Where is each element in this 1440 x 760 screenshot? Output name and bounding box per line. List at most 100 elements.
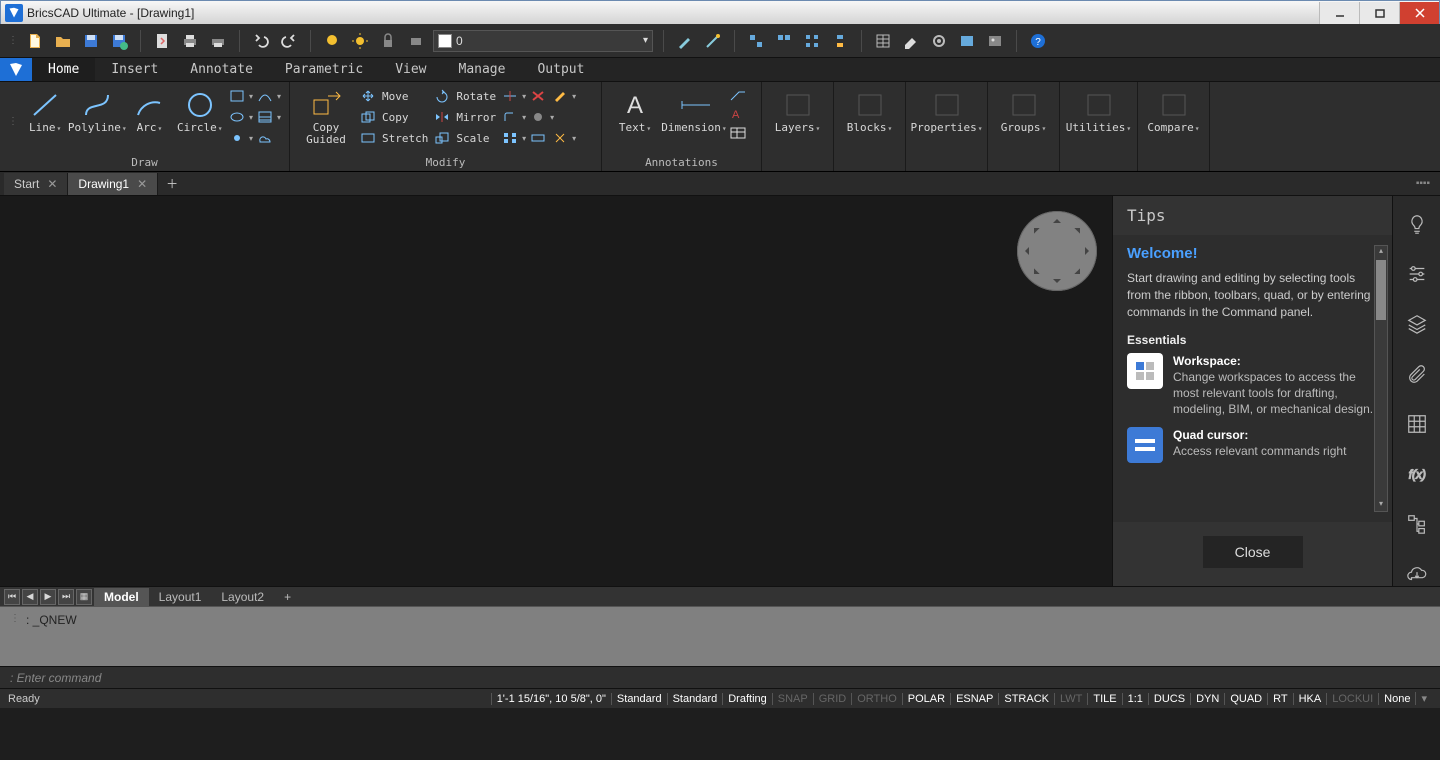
toggle-1:1[interactable]: 1:1	[1122, 693, 1148, 705]
toggle-dyn[interactable]: DYN	[1190, 693, 1224, 705]
prev-layout[interactable]: ◀	[22, 589, 38, 605]
tab-layout2[interactable]: Layout2	[211, 588, 274, 606]
toggle-lockui[interactable]: LOCKUI	[1326, 693, 1378, 705]
grid-icon[interactable]	[1405, 412, 1429, 436]
toggle-strack[interactable]: STRACK	[998, 693, 1054, 705]
table2-icon[interactable]	[728, 124, 748, 142]
break-icon[interactable]	[528, 129, 548, 147]
tab-view[interactable]: View	[379, 58, 442, 81]
text-button[interactable]: AText	[610, 86, 660, 135]
panel-compare[interactable]: Compare	[1138, 82, 1210, 171]
maximize-button[interactable]	[1359, 2, 1399, 24]
stretch-button[interactable]: Stretch	[358, 128, 428, 148]
tab-output[interactable]: Output	[521, 58, 600, 81]
polyline-button[interactable]: Polyline	[72, 86, 122, 135]
saveas-icon[interactable]	[108, 30, 130, 52]
tab-home[interactable]: Home	[32, 58, 95, 81]
print-preview-icon[interactable]	[207, 30, 229, 52]
layers-icon[interactable]	[1405, 312, 1429, 336]
scale-button[interactable]: Scale	[432, 128, 496, 148]
panel-utilities[interactable]: Utilities	[1060, 82, 1138, 171]
minimize-button[interactable]	[1319, 2, 1359, 24]
tips-close-button[interactable]: Close	[1203, 536, 1303, 568]
save-icon[interactable]	[80, 30, 102, 52]
export-icon[interactable]	[151, 30, 173, 52]
navigation-disk[interactable]	[1017, 211, 1097, 291]
app-menu-icon[interactable]	[0, 58, 32, 81]
layout-list[interactable]: ▦	[76, 589, 92, 605]
tab-model[interactable]: Model	[94, 588, 149, 606]
toggle-hka[interactable]: HKA	[1293, 693, 1327, 705]
edit1-icon[interactable]	[550, 87, 570, 105]
tab-parametric[interactable]: Parametric	[269, 58, 379, 81]
toggle-tile[interactable]: TILE	[1087, 693, 1121, 705]
toggle-grid[interactable]: GRID	[813, 693, 852, 705]
panel-properties[interactable]: Properties	[906, 82, 988, 171]
bulb-icon[interactable]	[321, 30, 343, 52]
redo-icon[interactable]	[278, 30, 300, 52]
hatch-icon[interactable]	[255, 108, 275, 126]
tips-scrollbar[interactable]: ▴▾	[1374, 245, 1388, 512]
toggle-none[interactable]: None	[1378, 693, 1415, 705]
toggle-ortho[interactable]: ORTHO	[851, 693, 902, 705]
last-layout[interactable]: ⏭	[58, 589, 74, 605]
add-layout[interactable]: +	[274, 588, 301, 606]
new-tab-button[interactable]: ＋	[158, 173, 186, 195]
line-button[interactable]: Line	[22, 86, 68, 135]
textstyle-icon[interactable]: A	[728, 105, 748, 123]
sun-icon[interactable]	[349, 30, 371, 52]
toggle-ducs[interactable]: DUCS	[1148, 693, 1190, 705]
cloud-icon[interactable]	[255, 129, 275, 147]
next-layout[interactable]: ▶	[40, 589, 56, 605]
array-icon[interactable]	[500, 129, 520, 147]
move-button[interactable]: Move	[358, 86, 428, 106]
drawing-canvas[interactable]: W X Y	[0, 196, 1112, 586]
explode-icon[interactable]	[550, 129, 570, 147]
command-history[interactable]: ⋮ : _QNEW	[0, 606, 1440, 666]
toggle-esnap[interactable]: ESNAP	[950, 693, 998, 705]
close-icon[interactable]: ✕	[47, 177, 57, 191]
arc-button[interactable]: Arc	[126, 86, 172, 135]
point-icon[interactable]	[227, 129, 247, 147]
help-icon[interactable]: ?	[1027, 30, 1049, 52]
layer-selector[interactable]: 0 ▾	[433, 30, 653, 52]
erase-icon[interactable]	[900, 30, 922, 52]
mirror-button[interactable]: Mirror	[432, 107, 496, 127]
command-input[interactable]: : Enter command	[0, 666, 1440, 688]
gear-icon[interactable]	[928, 30, 950, 52]
dimension-button[interactable]: Dimension	[664, 86, 724, 135]
toggle-polar[interactable]: POLAR	[902, 693, 950, 705]
tab-start[interactable]: Start✕	[4, 173, 68, 195]
undo-icon[interactable]	[250, 30, 272, 52]
brush-icon[interactable]	[674, 30, 696, 52]
dot-icon[interactable]	[528, 108, 548, 126]
toggle-snap[interactable]: SNAP	[772, 693, 813, 705]
tab-manage[interactable]: Manage	[443, 58, 522, 81]
copy-button[interactable]: Copy	[358, 107, 428, 127]
spline-icon[interactable]	[255, 87, 275, 105]
wand-icon[interactable]	[702, 30, 724, 52]
image-icon[interactable]	[984, 30, 1006, 52]
first-layout[interactable]: ⏮	[4, 589, 20, 605]
print2-icon[interactable]	[405, 30, 427, 52]
sheet-icon[interactable]	[956, 30, 978, 52]
tips-icon[interactable]	[1405, 212, 1429, 236]
lock-icon[interactable]	[377, 30, 399, 52]
close-button[interactable]	[1399, 2, 1439, 24]
tab-annotate[interactable]: Annotate	[174, 58, 269, 81]
fx-icon[interactable]: f(x)	[1405, 462, 1429, 486]
panel-blocks[interactable]: Blocks	[834, 82, 906, 171]
structure-icon[interactable]	[1405, 512, 1429, 536]
attach-icon[interactable]	[1405, 362, 1429, 386]
copyguided-button[interactable]: Copy Guided	[298, 86, 354, 146]
table-icon[interactable]	[872, 30, 894, 52]
close-icon[interactable]: ✕	[137, 177, 147, 191]
delete-icon[interactable]	[528, 87, 548, 105]
toggle-quad[interactable]: QUAD	[1224, 693, 1267, 705]
ellipse-icon[interactable]	[227, 108, 247, 126]
rotate-button[interactable]: Rotate	[432, 86, 496, 106]
cloud-icon[interactable]	[1405, 562, 1429, 586]
leader-icon[interactable]	[728, 86, 748, 104]
align4-icon[interactable]	[829, 30, 851, 52]
circle-button[interactable]: Circle	[177, 86, 223, 135]
